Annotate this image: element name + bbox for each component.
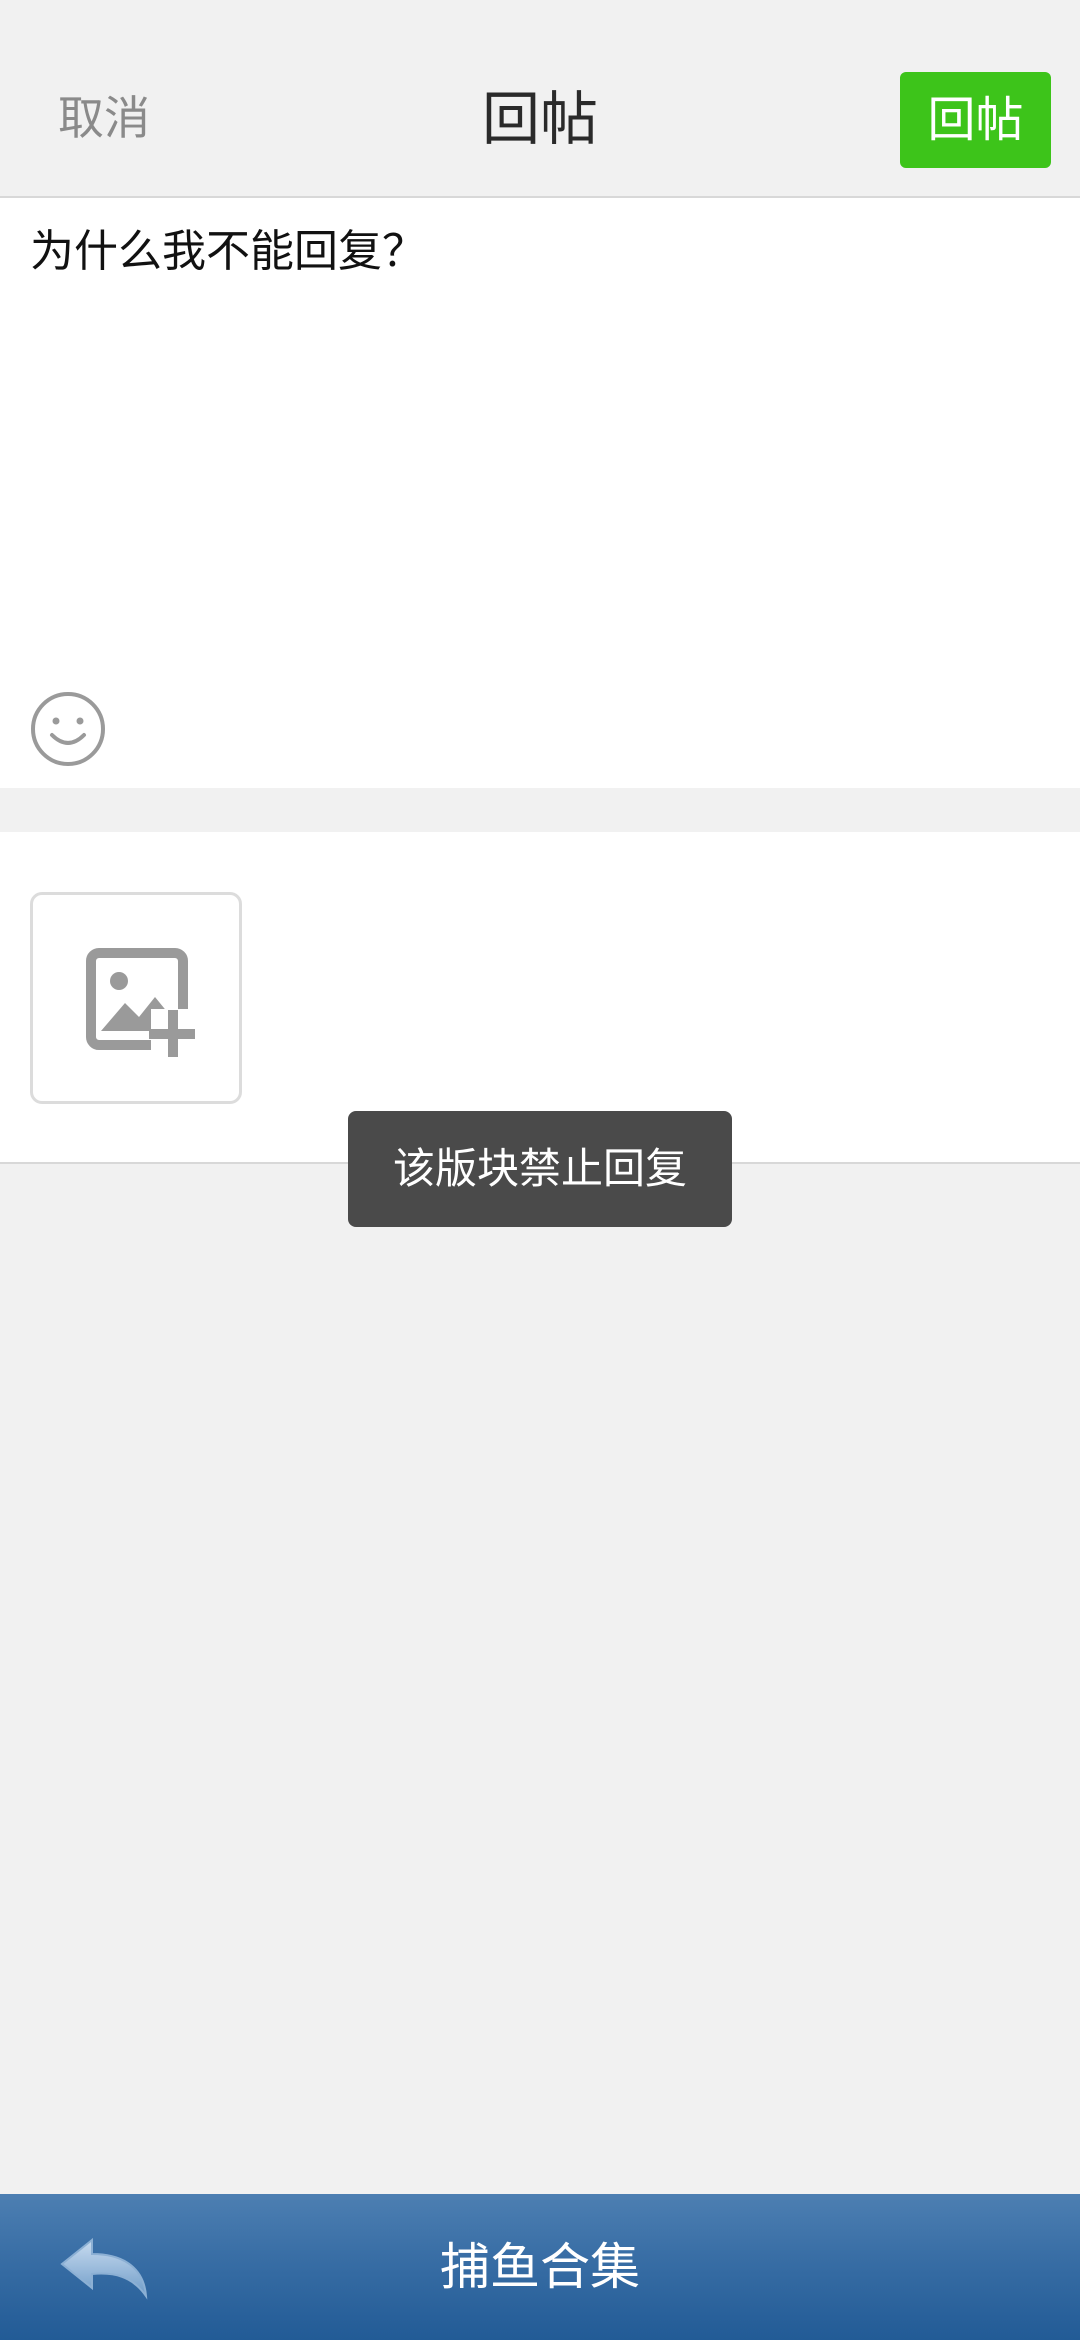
smiley-icon[interactable] bbox=[30, 691, 106, 767]
bottom-bar: 捕鱼合集 bbox=[0, 2194, 1080, 2340]
top-bar: 取消 回帖 回帖 bbox=[0, 0, 1080, 198]
reply-compose-area[interactable]: 为什么我不能回复？ bbox=[0, 198, 1080, 788]
add-image-icon bbox=[86, 948, 195, 1057]
add-image-button[interactable] bbox=[30, 892, 242, 1104]
toast-message: 该版块禁止回复 bbox=[348, 1111, 732, 1227]
reply-text-input[interactable]: 为什么我不能回复？ bbox=[30, 222, 1050, 282]
submit-reply-button[interactable]: 回帖 bbox=[900, 72, 1051, 168]
forum-title: 捕鱼合集 bbox=[440, 2238, 640, 2296]
